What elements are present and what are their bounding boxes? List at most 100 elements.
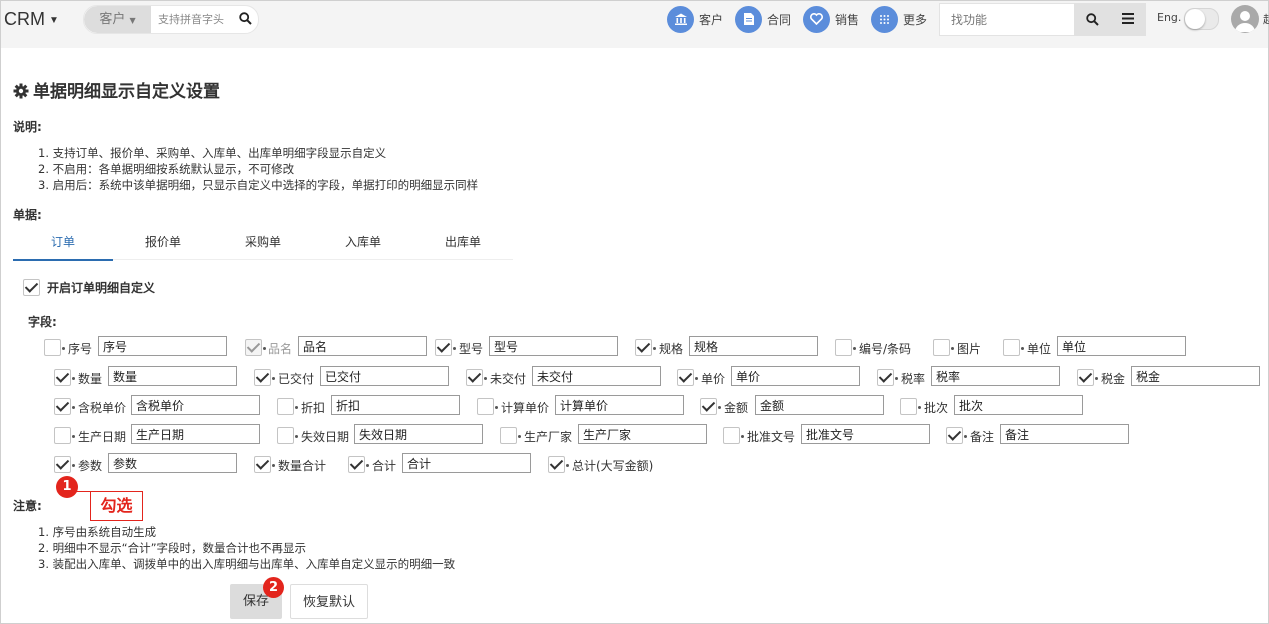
search-input[interactable]: 支持拼音字头 xyxy=(158,6,224,33)
field-checkbox[interactable] xyxy=(277,427,294,444)
field-checkbox[interactable] xyxy=(54,456,71,473)
field-label: 备注 xyxy=(970,430,995,444)
description-label: 说明: xyxy=(13,120,42,134)
field-checkbox[interactable] xyxy=(677,369,694,386)
field-checkbox[interactable] xyxy=(277,398,294,415)
avatar[interactable] xyxy=(1231,5,1259,33)
tab-order[interactable]: 订单 xyxy=(13,227,113,261)
field-checkbox[interactable] xyxy=(254,456,271,473)
menu-icon[interactable] xyxy=(1122,13,1134,24)
global-search: 客户 ▼ 支持拼音字头 xyxy=(83,5,259,34)
fields-label: 字段: xyxy=(28,315,57,329)
field-display-name-input[interactable]: 税金 xyxy=(1131,366,1260,386)
field-checkbox[interactable] xyxy=(1077,369,1094,386)
field-checkbox[interactable] xyxy=(435,339,452,356)
field-display-name-input[interactable]: 数量 xyxy=(108,366,237,386)
field-display-name-input[interactable]: 生产厂家 xyxy=(578,424,707,444)
field-label: 批次 xyxy=(924,401,949,415)
search-icon[interactable] xyxy=(1086,13,1099,26)
user-name[interactable]: 赵 xyxy=(1263,11,1269,27)
field-display-name-input[interactable]: 已交付 xyxy=(320,366,449,386)
field-label: 税率 xyxy=(901,372,926,386)
field-checkbox[interactable] xyxy=(1003,339,1020,356)
field-checkbox[interactable] xyxy=(723,427,740,444)
field-checkbox[interactable] xyxy=(44,339,61,356)
field-label: 数量合计 xyxy=(278,459,327,473)
field-display-name-input[interactable]: 生产日期 xyxy=(131,424,260,444)
field-display-name-input[interactable]: 含税单价 xyxy=(131,395,260,415)
field-display-name-input[interactable]: 备注 xyxy=(1000,424,1129,444)
field-display-name-input[interactable]: 金额 xyxy=(755,395,884,415)
field-display-name-input[interactable]: 单价 xyxy=(731,366,860,386)
field-label: 含税单价 xyxy=(78,401,127,415)
top-navigation-bar: CRM ▼ 客户 ▼ 支持拼音字头 客户 合同 销售 更多 找功能 Eng. 赵 xyxy=(1,1,1269,48)
field-checkbox[interactable] xyxy=(348,456,365,473)
brand-menu[interactable]: CRM ▼ xyxy=(4,9,59,30)
tab-quotation[interactable]: 报价单 xyxy=(113,227,213,260)
field-display-name-input[interactable]: 单位 xyxy=(1057,336,1186,356)
field-display-name-input[interactable]: 规格 xyxy=(689,336,818,356)
field-bullet xyxy=(951,347,954,350)
field-bullet xyxy=(62,347,65,350)
field-label: 总计(大写金额) xyxy=(572,459,654,473)
field-label: 序号 xyxy=(68,342,93,356)
field-checkbox[interactable] xyxy=(500,427,517,444)
field-checkbox[interactable] xyxy=(548,456,565,473)
field-checkbox[interactable] xyxy=(933,339,950,356)
field-display-name-input[interactable]: 品名 xyxy=(298,336,427,356)
field-checkbox[interactable] xyxy=(466,369,483,386)
field-display-name-input[interactable]: 失效日期 xyxy=(354,424,483,444)
field-bullet xyxy=(964,435,967,438)
field-label: 规格 xyxy=(659,342,684,356)
field-label: 型号 xyxy=(459,342,484,356)
tab-purchase[interactable]: 采购单 xyxy=(213,227,313,260)
nav-sales[interactable]: 销售 xyxy=(803,5,859,33)
toggle-knob xyxy=(1185,9,1205,29)
search-icon[interactable] xyxy=(239,12,252,25)
note-item: 2. 明细中不显示“合计”字段时，数量合计也不再显示 xyxy=(38,541,307,555)
field-checkbox[interactable] xyxy=(900,398,917,415)
field-display-name-input[interactable]: 合计 xyxy=(402,453,531,473)
field-label: 生产日期 xyxy=(78,430,127,444)
field-bullet xyxy=(295,406,298,409)
field-checkbox[interactable] xyxy=(946,427,963,444)
function-search-placeholder: 找功能 xyxy=(951,13,988,27)
field-display-name-input[interactable]: 批次 xyxy=(954,395,1083,415)
field-label: 单位 xyxy=(1027,342,1052,356)
field-display-name-input[interactable]: 未交付 xyxy=(532,366,661,386)
field-display-name-input[interactable]: 折扣 xyxy=(331,395,460,415)
nav-contract[interactable]: 合同 xyxy=(735,5,791,33)
user-icon xyxy=(1235,11,1255,32)
gear-icon xyxy=(13,83,29,99)
field-checkbox[interactable] xyxy=(254,369,271,386)
nav-customer-label: 客户 xyxy=(699,12,724,27)
function-search-toolbar xyxy=(1074,3,1146,36)
field-display-name-input[interactable]: 税率 xyxy=(931,366,1060,386)
field-label: 未交付 xyxy=(490,372,527,386)
field-checkbox[interactable] xyxy=(54,398,71,415)
field-checkbox[interactable] xyxy=(477,398,494,415)
field-display-name-input[interactable]: 参数 xyxy=(108,453,237,473)
field-display-name-input[interactable]: 型号 xyxy=(489,336,618,356)
field-checkbox[interactable] xyxy=(700,398,717,415)
language-toggle[interactable] xyxy=(1184,8,1219,30)
field-checkbox[interactable] xyxy=(54,369,71,386)
field-checkbox[interactable] xyxy=(54,427,71,444)
nav-customer[interactable]: 客户 xyxy=(667,5,723,33)
field-display-name-input[interactable]: 计算单价 xyxy=(555,395,684,415)
nav-contract-label: 合同 xyxy=(767,12,792,27)
function-search-input[interactable]: 找功能 xyxy=(939,3,1076,36)
search-scope-select[interactable]: 客户 ▼ xyxy=(84,6,151,33)
tab-stock-out[interactable]: 出库单 xyxy=(413,227,513,260)
enable-customization-checkbox[interactable] xyxy=(23,279,40,296)
page-title-text: 单据明细显示自定义设置 xyxy=(33,82,220,102)
field-checkbox[interactable] xyxy=(835,339,852,356)
field-checkbox[interactable] xyxy=(877,369,894,386)
field-display-name-input[interactable]: 序号 xyxy=(98,336,227,356)
field-bullet xyxy=(72,377,75,380)
tab-stock-in[interactable]: 入库单 xyxy=(313,227,413,260)
field-checkbox[interactable] xyxy=(635,339,652,356)
field-display-name-input[interactable]: 批准文号 xyxy=(801,424,930,444)
nav-more[interactable]: 更多 xyxy=(871,5,927,33)
reset-default-button[interactable]: 恢复默认 xyxy=(290,584,368,619)
